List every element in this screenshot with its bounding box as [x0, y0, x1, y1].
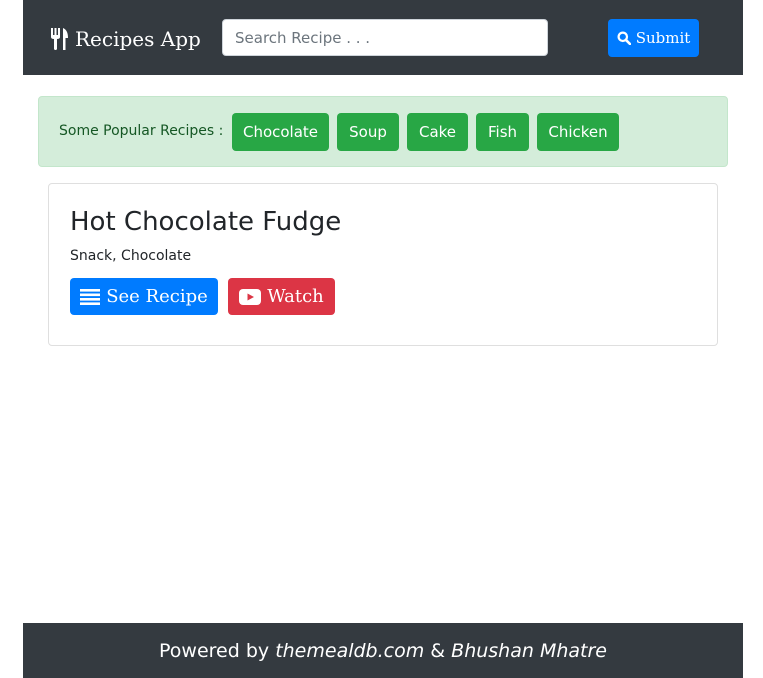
see-recipe-label: See Recipe: [106, 286, 208, 307]
watch-button[interactable]: Watch: [228, 278, 335, 315]
popular-recipe-cake[interactable]: Cake: [407, 113, 468, 151]
footer-separator: &: [430, 639, 446, 662]
popular-recipes-bar: Some Popular Recipes : Chocolate Soup Ca…: [38, 96, 728, 167]
search-icon: [617, 31, 631, 45]
list-icon: [80, 288, 101, 305]
footer-prefix: Powered by: [159, 639, 270, 662]
app-frame: Recipes App Submit Some Popular Recipes …: [23, 0, 743, 678]
recipe-card: Hot Chocolate Fudge Snack, Chocolate See…: [48, 183, 718, 346]
search-input[interactable]: [222, 19, 548, 56]
navbar: Recipes App Submit: [23, 0, 743, 75]
popular-recipe-chocolate[interactable]: Chocolate: [232, 113, 329, 151]
brand[interactable]: Recipes App: [51, 24, 201, 54]
popular-recipe-chicken[interactable]: Chicken: [537, 113, 619, 151]
popular-recipe-fish[interactable]: Fish: [476, 113, 529, 151]
footer-source-link[interactable]: themealdb.com: [275, 640, 424, 662]
submit-button[interactable]: Submit: [608, 19, 699, 57]
see-recipe-button[interactable]: See Recipe: [70, 278, 218, 315]
youtube-icon: [239, 288, 262, 305]
watch-label: Watch: [267, 286, 324, 307]
brand-title: Recipes App: [75, 27, 201, 51]
footer-author: Bhushan Mhatre: [451, 639, 607, 662]
submit-label: Submit: [635, 29, 691, 47]
utensils-icon: [51, 28, 69, 50]
popular-recipes-label: Some Popular Recipes :: [59, 123, 224, 139]
footer: Powered by themealdb.com & Bhushan Mhatr…: [23, 623, 743, 678]
recipe-tags: Snack, Chocolate: [70, 248, 192, 264]
recipe-title: Hot Chocolate Fudge: [70, 207, 342, 237]
popular-recipe-soup[interactable]: Soup: [337, 113, 399, 151]
